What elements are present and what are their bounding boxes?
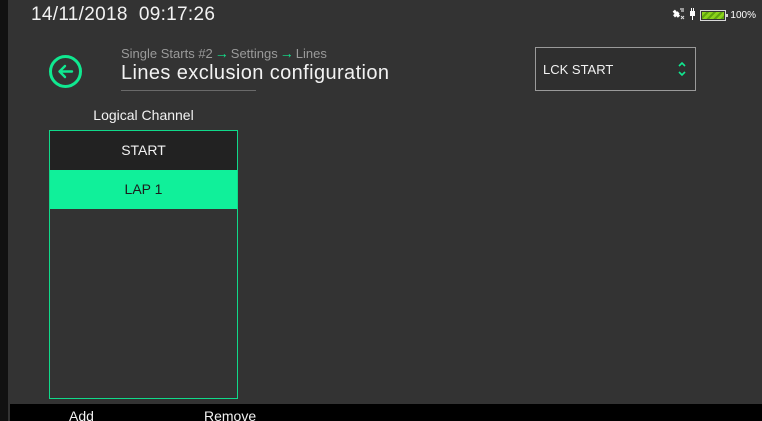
battery-percent: 100% bbox=[730, 10, 756, 21]
status-icons: 100% bbox=[672, 8, 756, 23]
page-title: Lines exclusion configuration bbox=[121, 62, 390, 84]
arrow-right-icon: → bbox=[279, 45, 294, 61]
list-item-lap-1[interactable]: LAP 1 bbox=[50, 170, 237, 209]
battery-icon bbox=[700, 10, 729, 21]
arrow-left-icon bbox=[58, 64, 74, 79]
bottom-bar: Add Remove bbox=[10, 404, 762, 421]
logical-channel-list[interactable]: START LAP 1 bbox=[49, 130, 238, 399]
add-button[interactable]: Add bbox=[69, 408, 94, 421]
satellite-icon bbox=[672, 8, 685, 23]
breadcrumb-item[interactable]: Single Starts #2 bbox=[121, 46, 213, 61]
logical-channel-heading: Logical Channel bbox=[93, 107, 194, 123]
up-down-chevron-icon bbox=[678, 61, 686, 77]
screen-edge bbox=[0, 0, 8, 421]
remove-button[interactable]: Remove bbox=[204, 408, 256, 421]
plug-icon bbox=[689, 8, 696, 23]
screen: 14/11/2018 09:17:26 100% Single Starts #… bbox=[0, 0, 762, 421]
status-datetime: 14/11/2018 09:17:26 bbox=[31, 4, 216, 25]
back-button[interactable] bbox=[49, 55, 82, 88]
arrow-right-icon: → bbox=[214, 45, 229, 61]
breadcrumb: Single Starts #2 → Settings → Lines bbox=[121, 45, 327, 61]
battery-level bbox=[702, 12, 725, 19]
line-select-value: LCK START bbox=[543, 62, 614, 77]
breadcrumb-item[interactable]: Settings bbox=[231, 46, 278, 61]
list-item-start[interactable]: START bbox=[50, 131, 237, 170]
line-select[interactable]: LCK START bbox=[535, 47, 696, 91]
title-underline bbox=[121, 90, 256, 91]
breadcrumb-item[interactable]: Lines bbox=[296, 46, 327, 61]
